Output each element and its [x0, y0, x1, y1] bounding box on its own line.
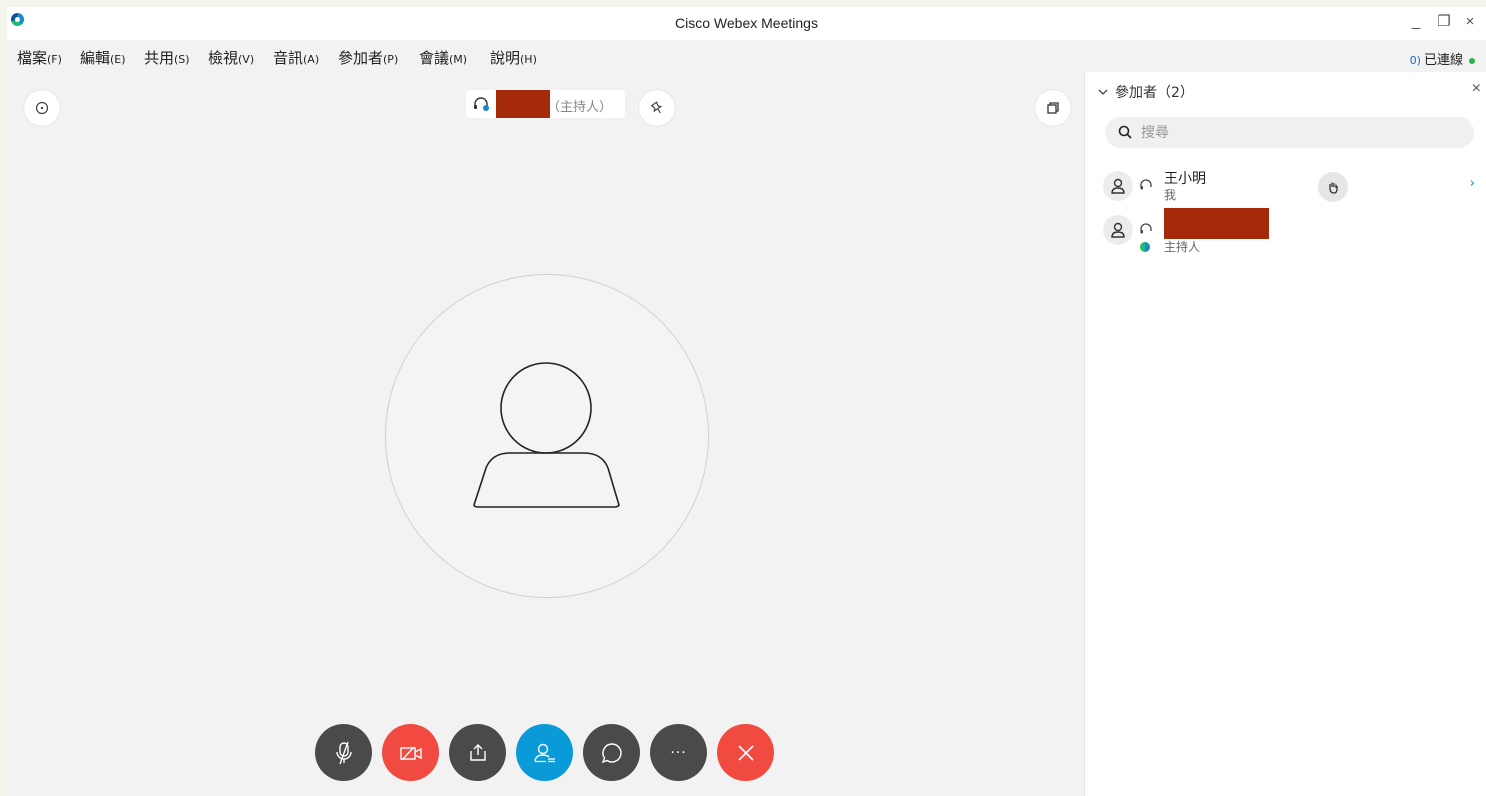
participants-panel: 參加者（2） × 王小明 我 › 主持人: [1084, 72, 1486, 796]
menu-view[interactable]: 檢視(V): [208, 47, 254, 68]
menu-participants[interactable]: 參加者(P): [338, 47, 398, 68]
participants-button[interactable]: [516, 724, 573, 781]
participant-role: 主持人: [1164, 240, 1201, 254]
user-icon: [1111, 222, 1125, 238]
close-panel-button[interactable]: ×: [1472, 80, 1481, 98]
audio-connected-icon: 0): [1409, 54, 1421, 67]
participant-role: 我: [1164, 188, 1177, 202]
close-window-button[interactable]: ×: [1458, 11, 1482, 33]
webex-window: Cisco Webex Meetings _ ❐ × 檔案(F) 編輯(E) 共…: [7, 7, 1486, 796]
mic-muted-icon: [335, 741, 352, 764]
meeting-controls: ···: [315, 724, 785, 782]
info-circle-icon: [35, 101, 49, 115]
more-options-button[interactable]: ···: [650, 724, 707, 781]
chat-button[interactable]: [583, 724, 640, 781]
headset-icon: [1140, 179, 1152, 190]
close-x-icon: [737, 744, 754, 761]
active-speaker-label: （主持人）: [466, 90, 625, 118]
participants-panel-header[interactable]: 參加者（2）: [1097, 82, 1194, 102]
chat-bubble-icon: [601, 742, 622, 763]
chevron-down-icon: [1098, 89, 1108, 95]
meeting-info-button[interactable]: [24, 90, 60, 126]
participant-row[interactable]: 王小明 我 ›: [1085, 164, 1486, 214]
connection-status[interactable]: 0) 已連線: [1410, 49, 1475, 68]
window-title: Cisco Webex Meetings: [675, 15, 818, 31]
menu-bar: 檔案(F) 編輯(E) 共用(S) 檢視(V) 音訊(A) 參加者(P) 會議(…: [7, 40, 1486, 72]
redacted-speaker-name: [496, 90, 550, 118]
participants-icon: [533, 743, 555, 762]
share-icon: [469, 743, 486, 761]
more-dots-icon: ···: [670, 744, 687, 761]
minimize-button[interactable]: _: [1404, 11, 1428, 33]
menu-help[interactable]: 說明(H): [490, 47, 537, 68]
share-content-button[interactable]: [449, 724, 506, 781]
speaker-role: （主持人）: [547, 100, 613, 115]
menu-share[interactable]: 共用(S): [144, 47, 190, 68]
redacted-participant-name: [1164, 208, 1269, 239]
participant-video-avatar: [385, 274, 709, 598]
host-badge-icon: [1139, 241, 1151, 253]
headset-icon: [474, 97, 489, 111]
user-icon: [1111, 178, 1125, 194]
menu-audio[interactable]: 音訊(A): [273, 47, 319, 68]
title-bar: Cisco Webex Meetings _ ❐ ×: [7, 7, 1486, 40]
maximize-button[interactable]: ❐: [1432, 11, 1456, 33]
layout-icon: [1047, 102, 1059, 114]
raised-hand-icon: [1329, 182, 1338, 194]
menu-meeting[interactable]: 會議(M): [419, 47, 467, 68]
participants-panel-title: 參加者（2）: [1115, 85, 1194, 101]
menu-edit[interactable]: 編輯(E): [80, 47, 126, 68]
user-avatar-icon: [473, 362, 620, 508]
video-stage: （主持人） ···: [7, 72, 1084, 796]
switch-layout-button[interactable]: [1035, 90, 1071, 126]
search-input[interactable]: [1139, 121, 1463, 145]
leave-meeting-button[interactable]: [717, 724, 774, 781]
participant-name: 王小明: [1164, 171, 1206, 187]
headset-icon: [1140, 223, 1152, 234]
pin-video-button[interactable]: [639, 90, 675, 126]
chevron-right-icon[interactable]: ›: [1470, 176, 1475, 191]
video-off-icon: [399, 746, 422, 760]
stop-video-button[interactable]: [382, 724, 439, 781]
participant-row[interactable]: 主持人: [1085, 208, 1486, 258]
participant-avatar: [1103, 171, 1133, 201]
mute-button[interactable]: [315, 724, 372, 781]
participant-avatar: [1103, 215, 1151, 253]
menu-file[interactable]: 檔案(F): [17, 47, 62, 68]
connection-status-label: 已連線: [1423, 53, 1463, 68]
search-icon: [1118, 125, 1132, 139]
lower-hand-button[interactable]: [1318, 172, 1348, 202]
participant-search: [1105, 117, 1474, 148]
pin-icon: [650, 101, 663, 114]
connected-dot-icon: [1469, 57, 1475, 64]
